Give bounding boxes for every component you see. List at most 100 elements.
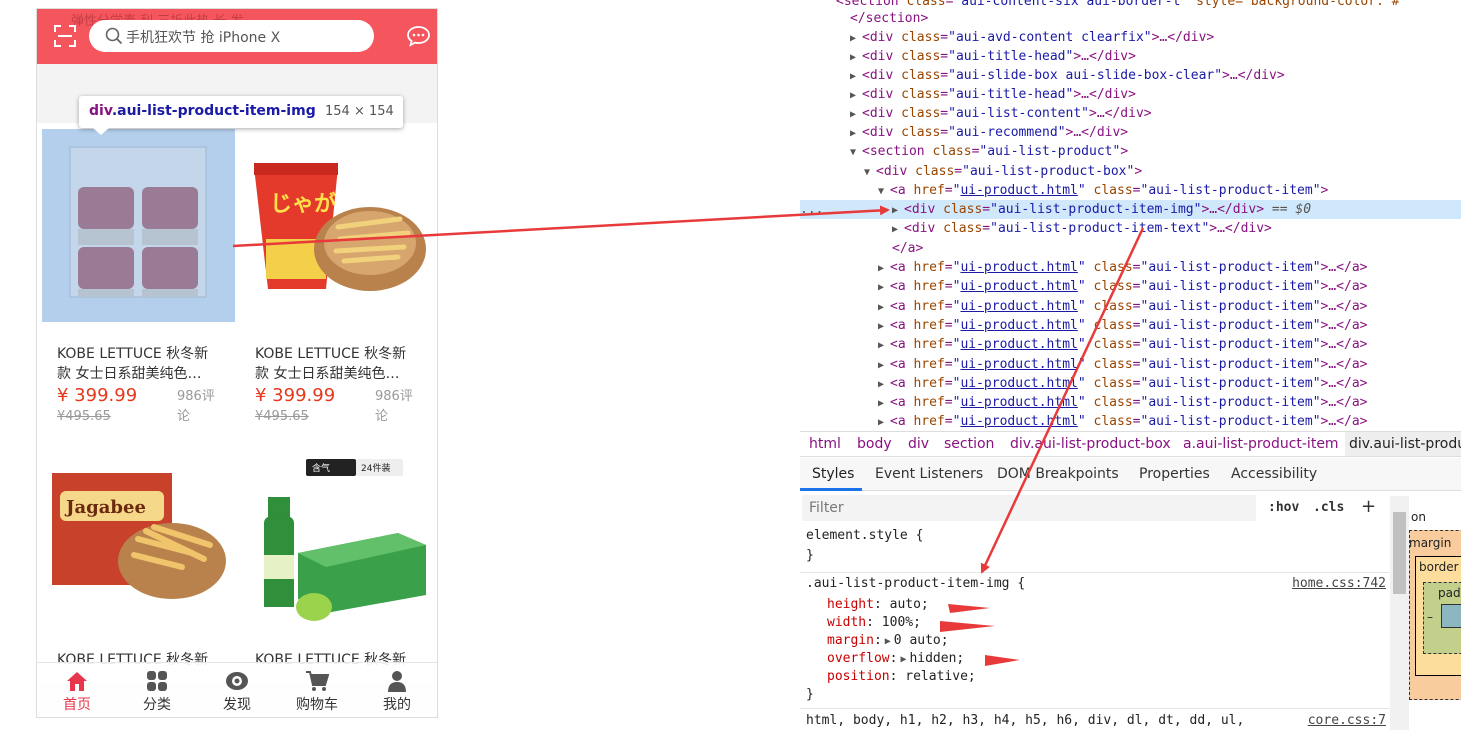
tab-dom-breakpoints[interactable]: DOM Breakpoints xyxy=(997,466,1119,482)
search-icon xyxy=(105,27,123,45)
product-title-line2: 款 女士日系甜美纯色… xyxy=(255,366,400,382)
tab-styles[interactable]: Styles xyxy=(812,466,854,482)
svg-text:Jagabee: Jagabee xyxy=(64,497,146,518)
tab-label: 发现 xyxy=(223,697,251,713)
next-rule-selector[interactable]: html, body, h1, h2, h3, h4, h5, h6, div,… xyxy=(806,713,1244,728)
css-prop-margin[interactable]: margin: ▶ 0 auto; xyxy=(827,633,949,648)
tab-event-listeners[interactable]: Event Listeners xyxy=(875,466,983,482)
cls-toggle[interactable]: .cls xyxy=(1313,500,1344,515)
tab-accessibility[interactable]: Accessibility xyxy=(1231,466,1317,482)
search-bar[interactable]: 手机狂欢节 抢 iPhone X xyxy=(89,20,374,52)
product-grid: KOBE LETTUCE 秋冬新 款 女士日系甜美纯色… ¥ 399.99 ¥4… xyxy=(37,123,437,683)
dom-node[interactable]: </a> xyxy=(800,239,1461,258)
search-placeholder: 手机狂欢节 抢 iPhone X xyxy=(126,30,281,46)
scan-icon[interactable] xyxy=(54,25,76,47)
tab-properties[interactable]: Properties xyxy=(1139,466,1210,482)
product-image[interactable] xyxy=(42,129,235,322)
active-tab-underline xyxy=(800,488,862,491)
css-prop-position[interactable]: position: relative; xyxy=(827,669,976,684)
css-prop-overflow[interactable]: overflow: ▶ hidden; xyxy=(827,651,964,666)
box-model-diagram: on margin border padd – xyxy=(1409,492,1461,730)
crumb-product-img[interactable]: div.aui-list-produ xyxy=(1345,432,1461,456)
crumb-section[interactable]: section xyxy=(944,436,994,452)
product-image[interactable]: じゃが xyxy=(240,129,433,322)
next-rule-source-link[interactable]: core.css:7 xyxy=(1308,713,1386,728)
rule-selector[interactable]: .aui-list-product-item-img { xyxy=(806,576,1025,591)
product-title: KOBE LETTUCE 秋冬新 xyxy=(255,346,407,362)
dom-node[interactable]: ▼ <section class="aui-list-product"> xyxy=(800,142,1461,161)
styles-filter-input[interactable]: Filter xyxy=(802,495,1256,521)
css-prop-height[interactable]: height: auto; xyxy=(827,597,929,612)
crumb-product-item[interactable]: a.aui-list-product-item xyxy=(1183,436,1339,452)
rule-source-link[interactable]: home.css:742 xyxy=(1292,576,1386,591)
dom-node[interactable]: </section> xyxy=(800,9,1461,28)
snack-cup-image: じゃが xyxy=(240,129,433,322)
product-image[interactable]: 含气 24件装 xyxy=(240,435,433,628)
styles-scrollbar[interactable] xyxy=(1390,496,1409,730)
tooltip-tag: div xyxy=(89,103,112,119)
dom-node-collapsed-link[interactable]: ▶ <a href="ui-product.html" class="aui-li… xyxy=(800,393,1461,412)
crumb-div[interactable]: div xyxy=(908,436,929,452)
dom-node-collapsed-link[interactable]: ▶ <a href="ui-product.html" class="aui-li… xyxy=(800,258,1461,277)
product-card[interactable]: Jagabee KOBE LETTUCE 秋冬新 xyxy=(37,429,235,683)
boxmodel-padding-label: padd xyxy=(1438,586,1461,600)
dom-node[interactable]: ▶ <div class="aui-title-head">…</div> xyxy=(800,47,1461,66)
product-price: ¥ 399.99 xyxy=(255,385,336,406)
tab-home[interactable]: 首页 xyxy=(37,663,117,717)
styles-pane: element.style { } .aui-list-product-item… xyxy=(800,524,1390,730)
bottom-tabbar: 首页 分类 发现 购物车 我的 xyxy=(37,662,437,717)
dom-node[interactable]: ▶ <div class="aui-list-content">…</div> xyxy=(800,104,1461,123)
close-brace: } xyxy=(806,687,814,702)
screenshot-stage: 弹性分学素 利 三折此热 长 发 手机狂欢节 抢 iPhone X xyxy=(0,0,1461,730)
rule-divider xyxy=(800,572,1390,573)
dom-node[interactable]: ▶ <div class="aui-recommend">…</div> xyxy=(800,123,1461,142)
mobile-preview: 弹性分学素 利 三折此热 长 发 手机狂欢节 抢 iPhone X xyxy=(36,8,438,718)
tab-label: 分类 xyxy=(143,697,171,713)
rule-divider xyxy=(800,708,1390,709)
tab-category[interactable]: 分类 xyxy=(117,663,197,717)
boxmodel-content[interactable] xyxy=(1441,604,1461,628)
dom-node[interactable]: ▶ <div class="aui-slide-box aui-slide-box… xyxy=(800,66,1461,85)
scrollbar-thumb[interactable] xyxy=(1393,512,1406,594)
eye-icon xyxy=(226,672,248,690)
product-image[interactable]: Jagabee xyxy=(42,435,235,628)
dom-node[interactable]: ▼ <a href="ui-product.html" class="aui-li… xyxy=(800,181,1461,200)
dom-node[interactable]: ▶ <div class="aui-avd-content clearfix">…… xyxy=(800,28,1461,47)
breadcrumb: html body div section div.aui-list-produ… xyxy=(800,431,1461,457)
element-style-selector[interactable]: element.style { xyxy=(806,528,923,543)
new-rule-button[interactable]: + xyxy=(1361,496,1376,517)
svg-text:じゃが: じゃが xyxy=(270,191,336,217)
product-title: KOBE LETTUCE 秋冬新 xyxy=(57,346,209,362)
dom-node-collapsed-link[interactable]: ▶ <a href="ui-product.html" class="aui-li… xyxy=(800,412,1461,430)
dom-node-collapsed-link[interactable]: ▶ <a href="ui-product.html" class="aui-li… xyxy=(800,355,1461,374)
hov-toggle[interactable]: :hov xyxy=(1268,500,1299,515)
dom-node-collapsed-link[interactable]: ▶ <a href="ui-product.html" class="aui-li… xyxy=(800,316,1461,335)
tab-cart[interactable]: 购物车 xyxy=(277,663,357,717)
dom-node-collapsed-link[interactable]: ▶ <a href="ui-product.html" class="aui-li… xyxy=(800,335,1461,354)
product-title-line2: 款 女士日系甜美纯色… xyxy=(57,366,202,382)
crumb-html[interactable]: html xyxy=(809,436,841,452)
tab-mine[interactable]: 我的 xyxy=(357,663,437,717)
product-card[interactable]: じゃが KOBE LETTUCE 秋冬新 款 女士日系甜美纯色… ¥ 399.9… xyxy=(235,123,433,424)
dom-node-selected[interactable]: ... ▶ <div class="aui-list-product-item-im… xyxy=(800,200,1461,219)
dom-node-collapsed-link[interactable]: ▶ <a href="ui-product.html" class="aui-li… xyxy=(800,374,1461,393)
product-card[interactable]: 含气 24件装 KOBE LETTUCE 秋冬新 xyxy=(235,429,433,683)
crumb-product-box[interactable]: div.aui-list-product-box xyxy=(1010,436,1171,452)
dom-node[interactable]: ▶ <div class="aui-list-product-item-text"… xyxy=(800,219,1461,238)
css-prop-width[interactable]: width: 100%; xyxy=(827,615,921,630)
inspect-tooltip: div.aui-list-product-item-img 154 × 154 xyxy=(79,96,403,135)
crumb-body[interactable]: body xyxy=(857,436,892,452)
tooltip-class: .aui-list-product-item-img xyxy=(111,103,316,119)
dom-node-collapsed-link[interactable]: ▶ <a href="ui-product.html" class="aui-li… xyxy=(800,297,1461,316)
dom-tree: <section class="aui-content-six aui-bord… xyxy=(800,0,1461,430)
jagabee-box-image: Jagabee xyxy=(42,435,235,628)
dom-node[interactable]: ▶ <div class="aui-title-head">…</div> xyxy=(800,85,1461,104)
tab-discover[interactable]: 发现 xyxy=(197,663,277,717)
pack-badge-right: 24件装 xyxy=(361,464,391,474)
close-brace: } xyxy=(806,548,814,563)
dom-node-collapsed-link[interactable]: ▶ <a href="ui-product.html" class="aui-li… xyxy=(800,277,1461,296)
product-card[interactable]: KOBE LETTUCE 秋冬新 款 女士日系甜美纯色… ¥ 399.99 ¥4… xyxy=(37,123,235,424)
dom-node[interactable]: ▼ <div class="aui-list-product-box"> xyxy=(800,162,1461,181)
message-icon[interactable] xyxy=(406,25,431,47)
boxmodel-dash: – xyxy=(1427,610,1433,624)
